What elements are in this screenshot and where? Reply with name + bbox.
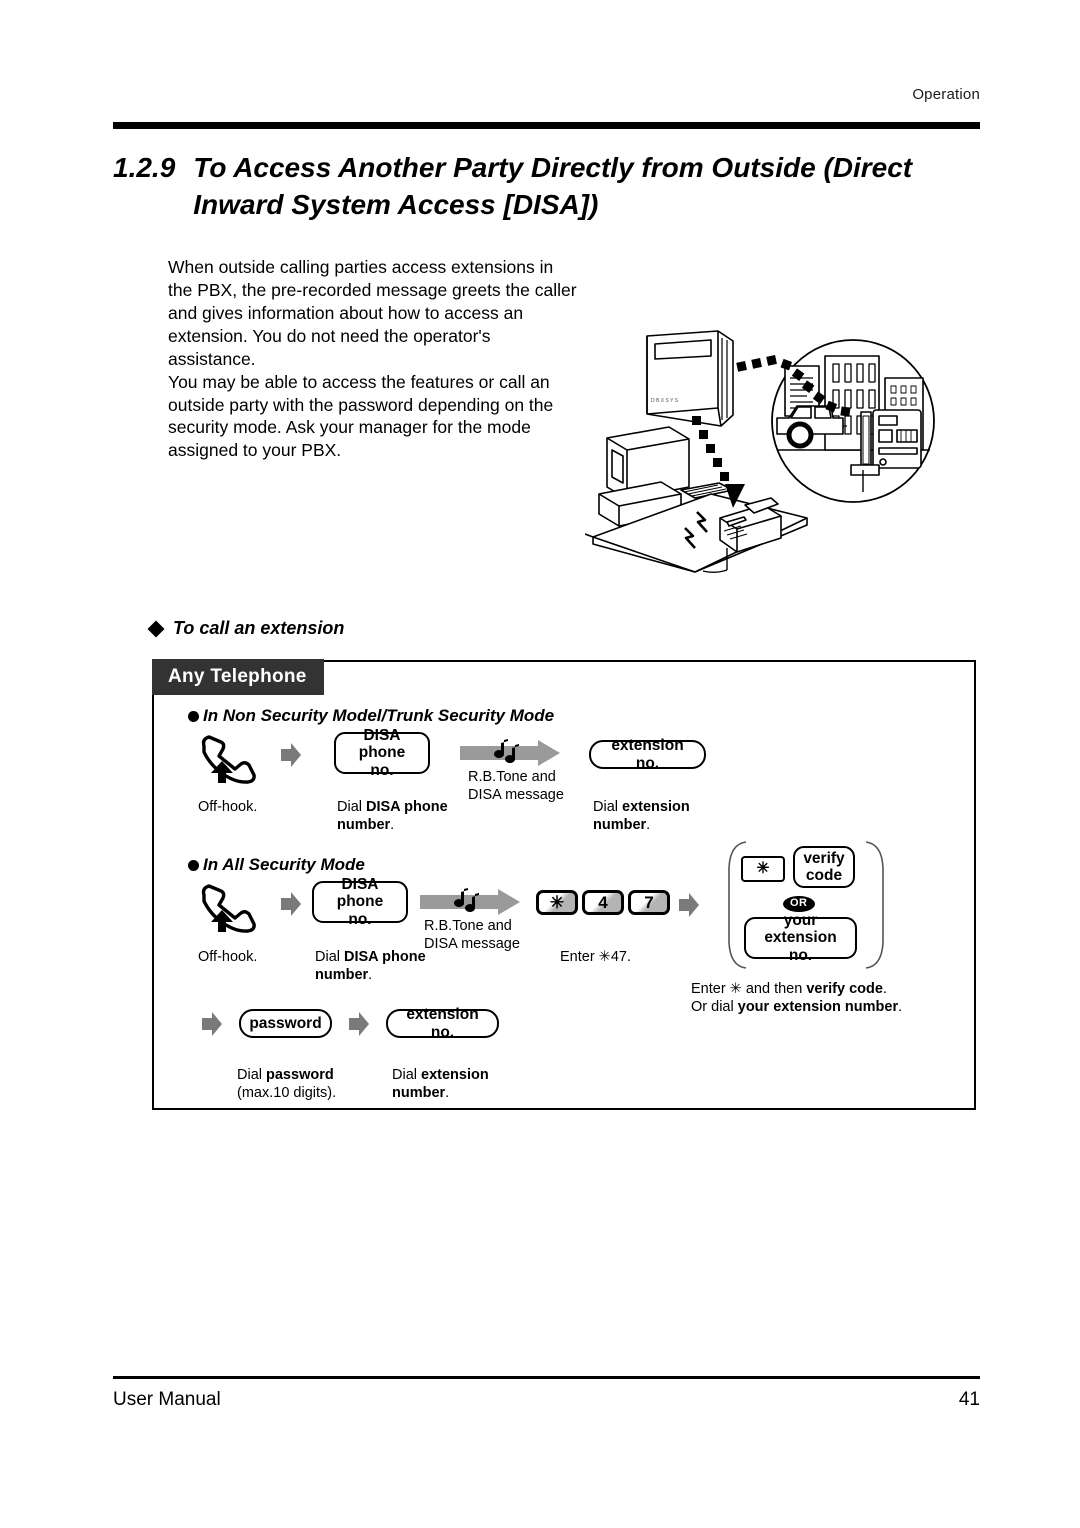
extension-no-token-2-label: extension no. [406,1006,479,1041]
your-extension-line2: extension no. [764,929,837,964]
verify-code-token[interactable]: verify code [793,846,855,888]
disa-token-line2: phone no. [358,744,406,779]
panel-tab-label: Any Telephone [168,666,307,687]
disa-token-2-line2: phone no. [336,893,384,928]
diamond-bullet-icon [147,620,165,637]
password-caption-line2: (max.10 digits). [237,1085,337,1102]
disa-phone-token-1[interactable]: DISA phone no. [334,727,430,779]
mode-heading-all-security: In All Security Mode [188,855,365,875]
password-caption-bold: password [266,1067,334,1083]
verify-caption-a1: Enter ✳ and then [691,981,807,997]
subsection-heading: To call an extension [147,618,345,639]
verify-code-line2: code [805,867,843,884]
off-hook-handset-icon-1 [198,733,260,785]
extension-caption-2: Dial extension number. [392,1066,522,1103]
intro-text-block: When outside calling parties access exte… [168,256,580,462]
your-extension-line1: your [783,911,818,929]
tone-arrow-icon-2 [420,887,520,917]
disa-caption-2-end: . [368,967,373,984]
footer-divider-rule [113,1376,980,1379]
mode-heading-all-security-label: In All Security Mode [203,855,365,874]
mode-heading-non-security: In Non Security Model/Trunk Security Mod… [188,706,554,726]
star-key-token[interactable]: ✳ [741,856,785,882]
disa-system-illustration: D B X S Y S [585,322,940,594]
extension-no-token-1[interactable]: extension no. [589,737,706,772]
tone-label-1-line1: R.B.Tone and [468,769,556,785]
keypad-key-4[interactable]: 4 [582,890,624,915]
keypad-key-7-label: 7 [644,893,654,912]
off-hook-caption-1: Off-hook. [198,799,258,815]
your-extension-token[interactable]: your extension no. [744,912,857,964]
intro-paragraph-2: You may be able to access the features o… [168,371,554,461]
extension-caption-2-plain: Dial [392,1067,422,1083]
panel-tab-any-telephone: Any Telephone [152,659,324,695]
extension-caption-2-end: . [445,1085,450,1102]
star-key-token-label: ✳ [756,860,770,878]
flow-arrow-icon-4 [202,1011,222,1037]
flow-arrow-icon-5 [349,1011,369,1037]
tone-arrow-icon-1 [460,738,560,768]
title-section-text: To Access Another Party Directly from Ou… [193,152,913,220]
tone-label-1: R.B.Tone and DISA message [468,768,588,805]
off-hook-handset-icon-2 [198,882,260,934]
round-bullet-icon-2 [188,859,199,871]
extension-caption-1: Dial extension number. [593,798,723,835]
verify-caption-a3: . [882,981,887,997]
disa-caption-2-plain: Dial [315,949,345,965]
or-badge: OR [783,896,815,912]
tone-label-1-line2: DISA message [468,787,564,804]
password-token-label: password [249,1014,322,1032]
password-caption-plain: Dial [237,1067,267,1083]
extension-caption-1-end: . [646,817,651,834]
subsection-heading-label: To call an extension [173,618,345,638]
tone-label-2: R.B.Tone and DISA message [424,917,544,954]
extension-caption-1-plain: Dial [593,799,623,815]
tone-label-2-line2: DISA message [424,936,520,953]
keypad-key-7[interactable]: 7 [628,890,670,915]
extension-no-token-1-label: extension no. [611,737,684,772]
keys-caption: Enter ✳47. [560,949,631,965]
keypad-key-star[interactable]: ✳ [536,890,578,915]
footer-document-title: User Manual [113,1389,221,1410]
mode-heading-non-security-label: In Non Security Model/Trunk Security Mod… [203,706,555,725]
verify-caption-a2: verify code [806,981,883,997]
tone-label-2-line1: R.B.Tone and [424,918,512,934]
disa-caption-1: Dial DISA phone number. [337,798,467,835]
disa-token-2-line1: DISA [341,875,379,893]
verify-code-line1: verify [803,849,845,867]
svg-text:D B X S Y S: D B X S Y S [651,398,679,404]
disa-caption-1-end: . [390,817,395,834]
password-caption: Dial password (max.10 digits). [237,1066,372,1103]
footer-page-number: 41 [958,1389,980,1410]
flow-arrow-icon-2 [281,891,301,917]
password-token[interactable]: password [239,1009,332,1038]
header-divider-rule [113,122,980,129]
disa-phone-token-2[interactable]: DISA phone no. [312,876,408,928]
disa-caption-1-plain: Dial [337,799,367,815]
page-header-label: Operation [912,86,980,103]
keypad-key-star-label: ✳ [549,893,565,912]
flow-arrow-icon-1 [281,742,301,768]
verify-caption-b1: Or dial [691,999,738,1016]
off-hook-caption-2: Off-hook. [198,949,258,965]
verify-caption-b3: . [898,999,903,1016]
intro-paragraph-1: When outside calling parties access exte… [168,257,577,369]
round-bullet-icon [188,710,199,722]
keypad-key-4-label: 4 [598,893,608,912]
verify-caption-block: Enter ✳ and then verify code. Or dial yo… [691,980,951,1017]
disa-token-line1: DISA [363,726,401,744]
flow-arrow-icon-3 [679,892,699,918]
verify-caption-b2: your extension number [737,999,899,1016]
page-title: 1.2.9 To Access Another Party Directly f… [113,150,993,224]
or-badge-label: OR [790,897,808,909]
title-section-number: 1.2.9 [113,152,176,183]
extension-no-token-2[interactable]: extension no. [386,1006,499,1041]
